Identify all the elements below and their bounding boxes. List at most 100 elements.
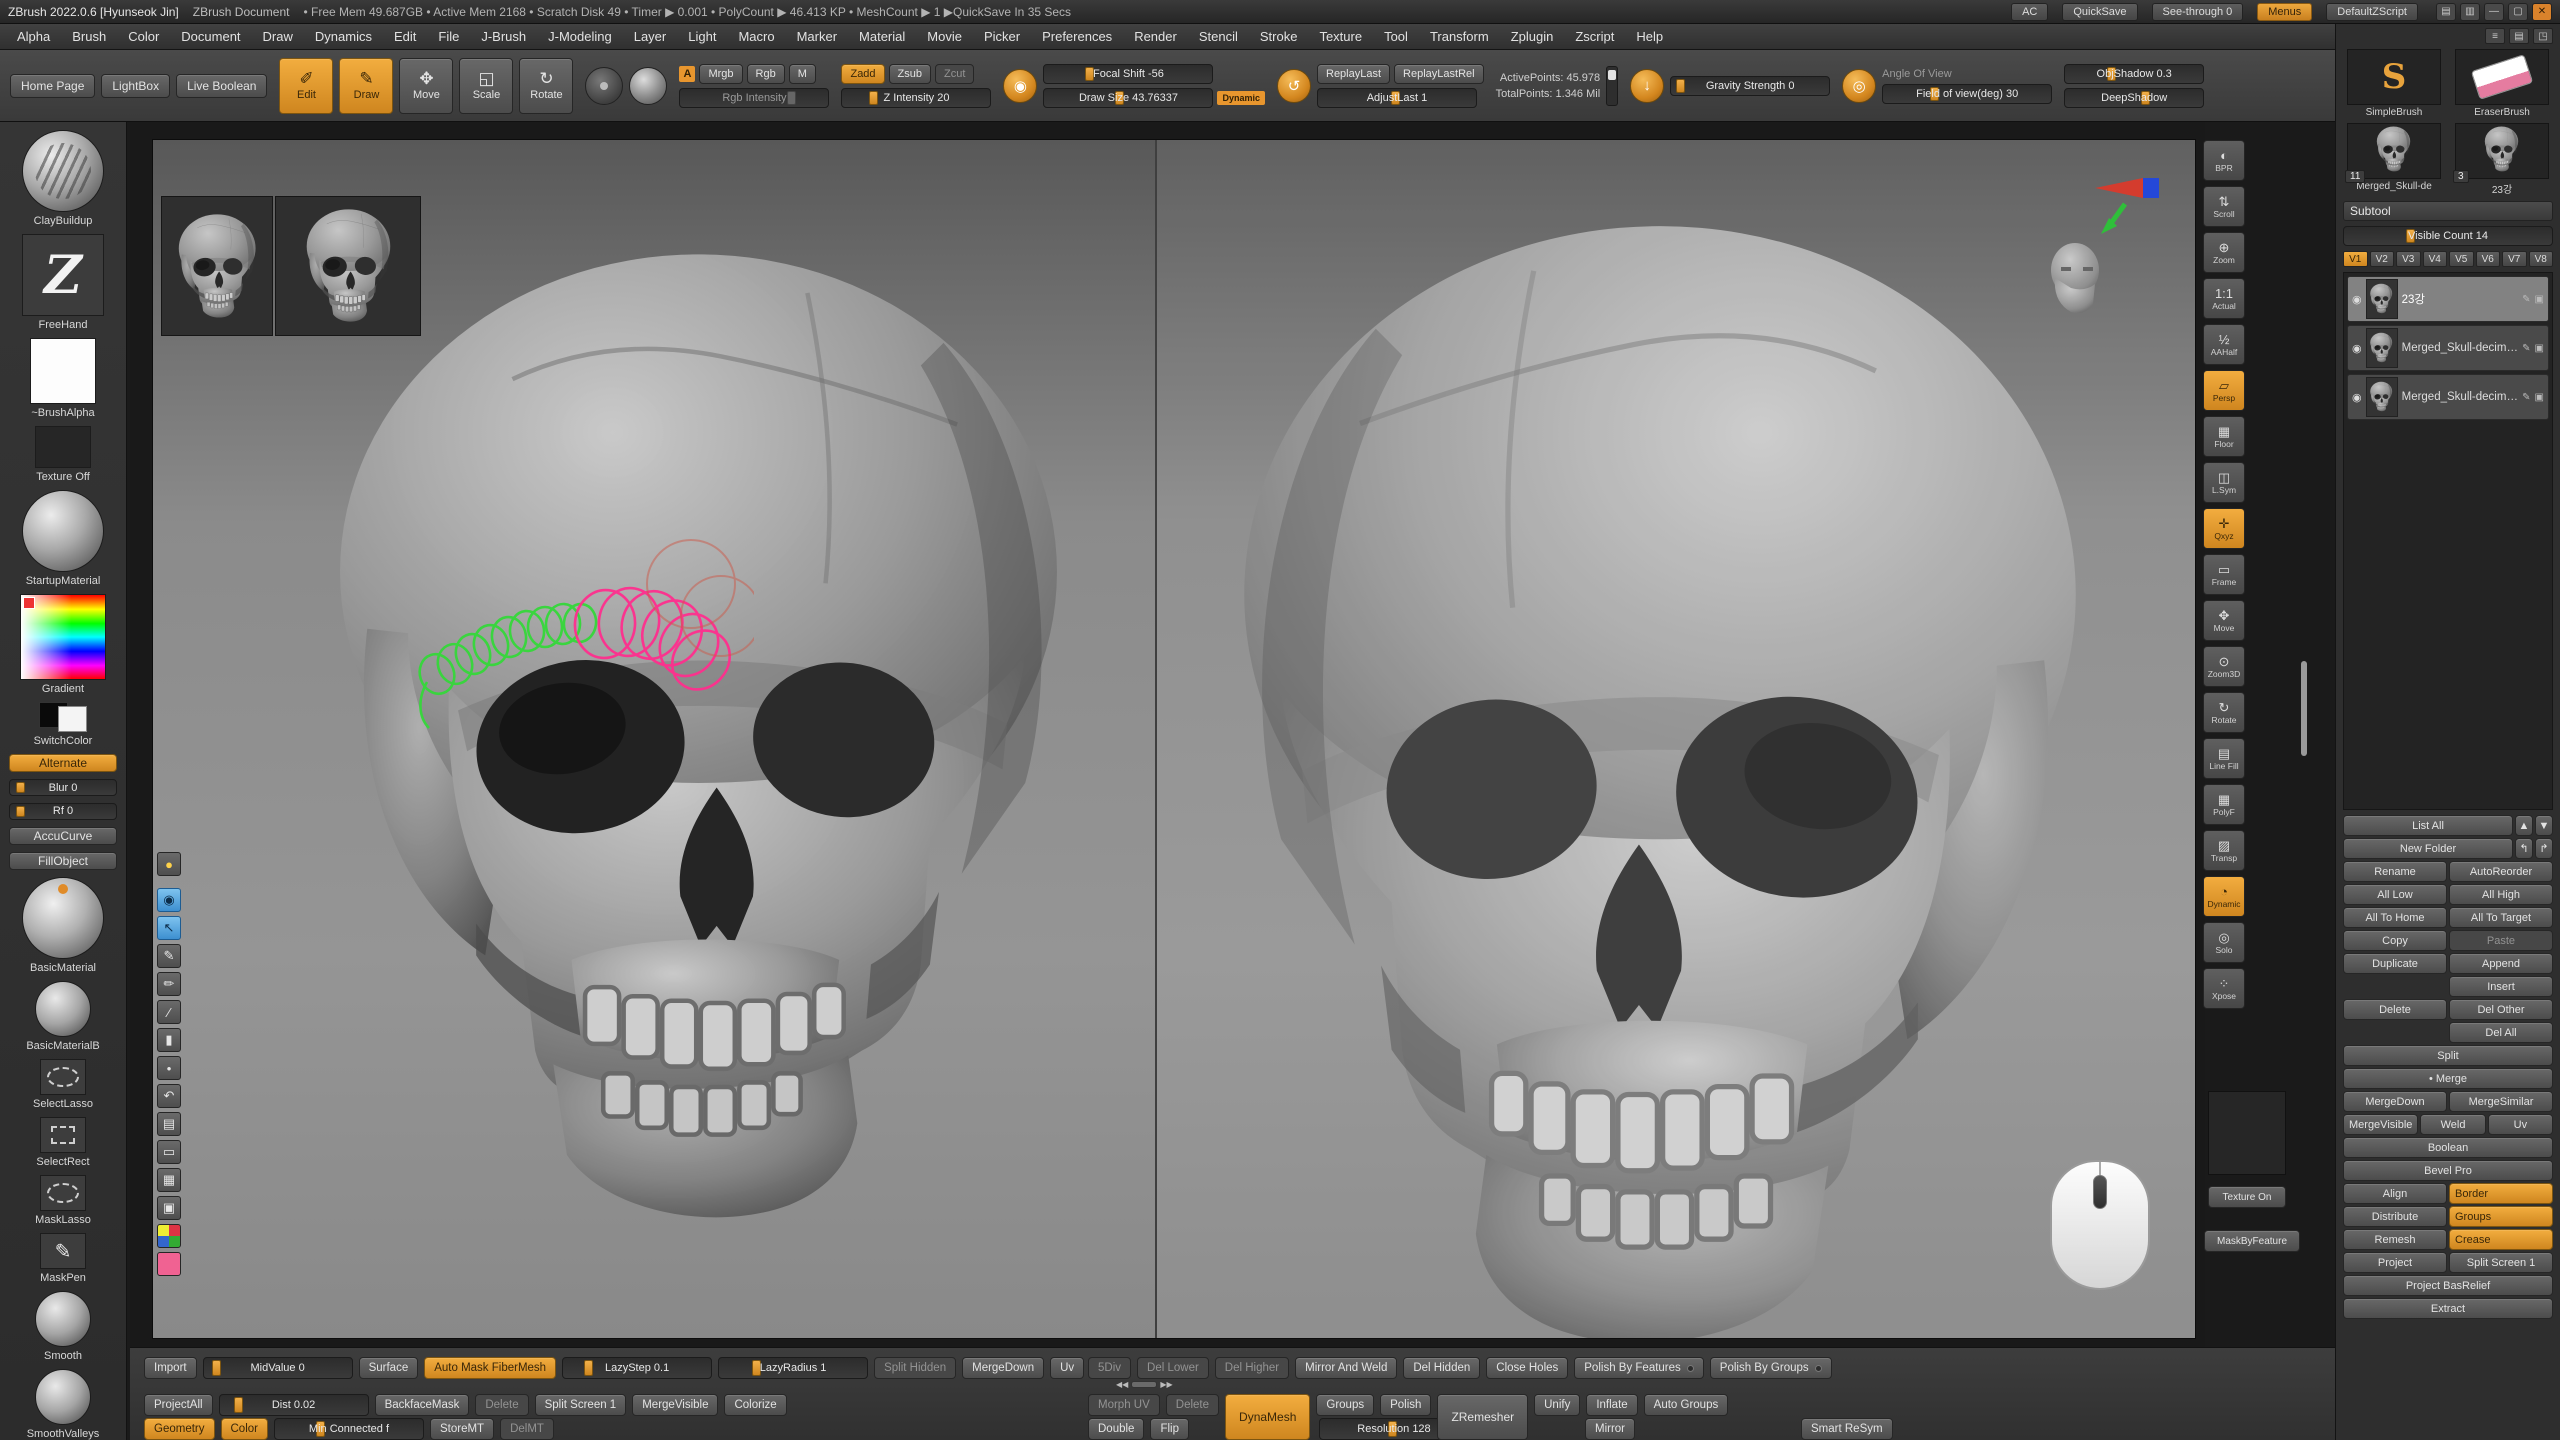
maskbyfeature-button[interactable]: MaskByFeature [2204,1230,2300,1252]
angle-of-view-icon[interactable]: ◎ [1842,69,1876,103]
tab-v1[interactable]: V1 [2343,251,2368,267]
5div-button[interactable]: 5Div [1088,1357,1131,1379]
duplicate-button[interactable]: Duplicate [2343,953,2447,974]
persp-button[interactable]: ▱Persp [2203,370,2245,411]
panel-layout-icon[interactable]: ▤ [2436,3,2456,21]
extract-button[interactable]: Extract [2343,1298,2553,1319]
color-button[interactable]: Color [221,1418,268,1440]
unify-button[interactable]: Unify [1534,1394,1580,1416]
focal-shift-slider[interactable]: Focal Shift -56 [1043,64,1213,84]
menu-movie[interactable]: Movie [916,25,973,48]
visible-count-slider[interactable]: Visible Count 14 [2343,226,2553,246]
groups-button[interactable]: Groups [2449,1206,2553,1227]
brush-icon[interactable]: ✎ [2522,343,2530,354]
scale-button[interactable]: ◱Scale [459,58,513,114]
menu-zplugin[interactable]: Zplugin [1500,25,1565,48]
draw-button[interactable]: ✎Draw [339,58,393,114]
border-button[interactable]: Border [2449,1183,2553,1204]
slot-23[interactable]: 323강 [2451,123,2553,196]
uv-button[interactable]: Uv [2488,1114,2553,1135]
rotate-button[interactable]: ↻Rotate [519,58,573,114]
lightbox-button[interactable]: LightBox [101,74,170,98]
delete-button[interactable]: Delete [1166,1394,1219,1416]
menu-tool[interactable]: Tool [1373,25,1419,48]
tray-item-gradient[interactable]: Gradient [20,594,106,695]
subtool-item-23[interactable]: ◉23강✎▣ [2347,276,2549,322]
mergevisible-button[interactable]: MergeVisible [2343,1114,2418,1135]
autoreorder-button[interactable]: AutoReorder [2449,861,2553,882]
del-higher-button[interactable]: Del Higher [1215,1357,1289,1379]
polish-by-groups-button[interactable]: Polish By Groups [1710,1357,1832,1379]
menu-alpha[interactable]: Alpha [6,25,61,48]
pencil-tool[interactable]: ✏ [157,972,181,996]
marker-tool[interactable]: ▮ [157,1028,181,1052]
project-basrelief-button[interactable]: Project BasRelief [2343,1275,2553,1296]
transp-button[interactable]: ▨Transp [2203,830,2245,871]
tray-item-smoothvalleys[interactable]: SmoothValleys [27,1369,100,1440]
align-button[interactable]: Align [2343,1183,2447,1204]
item-button[interactable]: ↰ [2515,838,2533,859]
solo-button[interactable]: ◎Solo [2203,922,2245,963]
weld-button[interactable]: Weld [2420,1114,2485,1135]
split-button[interactable]: Split [2343,1045,2553,1066]
menu-dynamics[interactable]: Dynamics [304,25,383,48]
knife-tool[interactable]: ∕ [157,1000,181,1024]
all-low-button[interactable]: All Low [2343,884,2447,905]
folder-icon[interactable]: ▣ [2535,392,2544,403]
menu-layer[interactable]: Layer [623,25,678,48]
split-screen-1-button[interactable]: Split Screen 1 [2449,1252,2553,1273]
tab-v6[interactable]: V6 [2476,251,2501,267]
bpr-button[interactable]: ◐BPR [2203,140,2245,181]
folder-icon[interactable]: ▣ [2535,343,2544,354]
menu-draw[interactable]: Draw [252,25,304,48]
del-all-button[interactable]: Del All [2449,1022,2553,1043]
axis-gizmo[interactable] [2093,174,2163,236]
deepshadow-slider[interactable]: DeepShadow [2064,88,2204,108]
line-fill-button[interactable]: ▤Line Fill [2203,738,2245,779]
polish-button[interactable]: Polish [1380,1394,1431,1416]
tray-item-texture-off[interactable]: Texture Off [35,426,91,483]
accucurve-button[interactable]: AccuCurve [9,827,117,845]
tab-v7[interactable]: V7 [2502,251,2527,267]
replay-icon[interactable]: ↺ [1277,69,1311,103]
rgb-intensity-slider[interactable]: Rgb Intensity [679,88,829,108]
menu-document[interactable]: Document [170,25,251,48]
floor-button[interactable]: ▦Floor [2203,416,2245,457]
replaylastrel-button[interactable]: ReplayLastRel [1394,64,1484,84]
xpose-button[interactable]: ⁘Xpose [2203,968,2245,1009]
scroll-button[interactable]: ⇅Scroll [2203,186,2245,227]
polish-by-features-button[interactable]: Polish By Features [1574,1357,1704,1379]
tray-item-claybuildup[interactable]: ClayBuildup [22,130,104,227]
crease-button[interactable]: Crease [2449,1229,2553,1250]
tray-item-selectlasso[interactable]: SelectLasso [33,1059,93,1110]
menu-stencil[interactable]: Stencil [1188,25,1249,48]
tab-v2[interactable]: V2 [2370,251,2395,267]
menu-file[interactable]: File [427,25,470,48]
mergesimilar-button[interactable]: MergeSimilar [2449,1091,2553,1112]
smart-resym-button[interactable]: Smart ReSym [1801,1418,1893,1440]
adjustlast-slider[interactable]: AdjustLast 1 [1317,88,1477,108]
menu-marker[interactable]: Marker [786,25,848,48]
draw-size-slider[interactable]: Draw Size 43.76337 [1043,88,1213,108]
slot-eraserbrush[interactable]: EraserBrush [2451,49,2553,118]
see-through-slider[interactable]: See-through 0 [2152,3,2244,21]
canvas-divider-controls[interactable]: ◀◀ ▶▶ [1116,1380,1173,1389]
mergedown-button[interactable]: MergeDown [2343,1091,2447,1112]
polyf-button[interactable]: ▦PolyF [2203,784,2245,825]
eye-icon[interactable]: ◉ [2352,293,2362,306]
objshadow-slider[interactable]: ObjShadow 0.3 [2064,64,2204,84]
append-button[interactable]: Append [2449,953,2553,974]
frame-button[interactable]: ▭Frame [2203,554,2245,595]
gravity-icon[interactable]: ↓ [1630,69,1664,103]
subtool-item-merged-skull-decimation2[interactable]: ◉Merged_Skull-decimation2✎▣ [2347,325,2549,371]
mergevisible-button[interactable]: MergeVisible [632,1394,718,1416]
menu-j-modeling[interactable]: J-Modeling [537,25,623,48]
midvalue-0-slider[interactable]: MidValue 0 [203,1357,353,1379]
del-hidden-button[interactable]: Del Hidden [1403,1357,1480,1379]
lazystep-0-1-slider[interactable]: LazyStep 0.1 [562,1357,712,1379]
tray-item-basicmaterialb[interactable]: BasicMaterialB [26,981,99,1052]
insert-button[interactable]: Insert [2449,976,2553,997]
brush-icon[interactable]: ✎ [2522,294,2530,305]
item-button[interactable]: ↱ [2535,838,2553,859]
move-button[interactable]: ✥Move [399,58,453,114]
